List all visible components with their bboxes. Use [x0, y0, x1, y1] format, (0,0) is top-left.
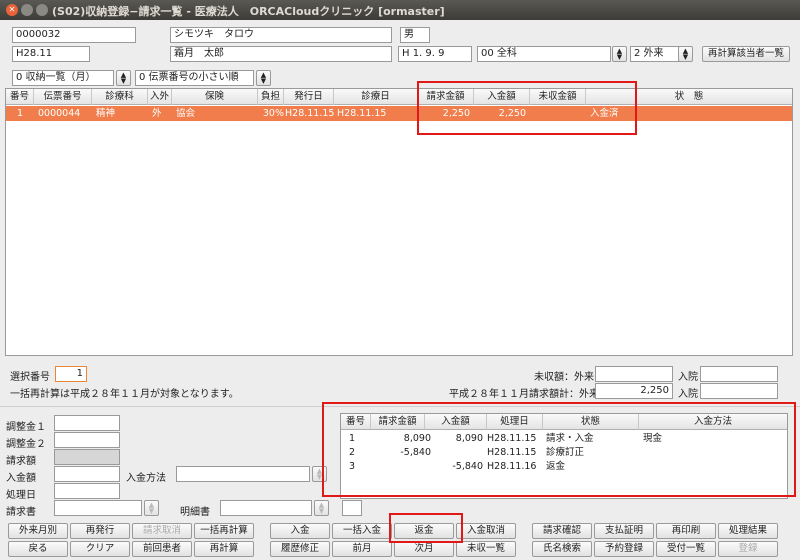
row-burden: 30% [262, 108, 284, 119]
window-title: (S02)収納登録−請求一覧 - 医療法人 ORCACloudクリニック [or… [52, 5, 445, 18]
cancel-payment-button[interactable]: 入金取消 [456, 523, 516, 539]
highlight-refund-box [389, 513, 463, 543]
maximize-icon[interactable] [36, 4, 48, 16]
billing-table: 番号 伝票番号 診療科 入外 保険 負担 発行日 診療日 請求金額 入金額 未収… [5, 88, 793, 356]
recalc-button[interactable]: 再計算 [194, 541, 254, 557]
row-slip: 0000044 [38, 108, 81, 119]
reception-list-button[interactable]: 受付一覧 [656, 541, 716, 557]
col-no[interactable]: 番号 [6, 89, 34, 105]
patient-kana-field: シモツキ タロウ [170, 27, 392, 43]
row-inout: 外 [152, 108, 162, 119]
date-label: 処理日 [6, 490, 36, 501]
title-bar: ✕ (S02)収納登録−請求一覧 - 医療法人 ORCACloudクリニック [… [0, 0, 800, 20]
adj1-label: 調整金１ [6, 422, 46, 433]
col-visit-date[interactable]: 診療日 [334, 89, 418, 105]
adj2-label: 調整金２ [6, 439, 46, 450]
adj2-field[interactable] [54, 432, 120, 448]
minimize-icon[interactable] [21, 4, 33, 16]
date-field[interactable] [54, 483, 120, 499]
col-slip[interactable]: 伝票番号 [34, 89, 92, 105]
method-select[interactable] [176, 466, 310, 482]
period-field[interactable]: H28.11 [12, 46, 90, 62]
main-window: ✕ (S02)収納登録−請求一覧 - 医療法人 ORCACloudクリニック [… [0, 0, 800, 560]
col-inout[interactable]: 入外 [148, 89, 172, 105]
clear-button[interactable]: クリア [70, 541, 130, 557]
bill-label: 請求額 [6, 456, 36, 467]
bulk-recalc-button[interactable]: 一括再計算 [194, 523, 254, 539]
billed-inpatient-label: 入院 [678, 389, 698, 400]
previous-patient-button[interactable]: 前回患者 [132, 541, 192, 557]
table-row[interactable]: 1 0000044 精神 外 協会 30% H28.11.15 H28.11.1… [6, 106, 792, 121]
patient-name-field: 霜月 太郎 [170, 46, 392, 62]
list-type-spin-button[interactable]: ▲ ▼ [116, 70, 131, 86]
row-visit-date: H28.11.15 [337, 108, 387, 119]
statement-select[interactable] [220, 500, 312, 516]
payment-label: 入金額 [6, 473, 36, 484]
recalc-note: 一括再計算は平成２８年１１月が対象となります。 [10, 389, 239, 400]
visit-spin-button[interactable]: ▲ ▼ [678, 46, 693, 62]
bulk-payment-button[interactable]: 一括入金 [332, 523, 392, 539]
reservation-button[interactable]: 予約登録 [594, 541, 654, 557]
statement-spin-button[interactable]: ▲ ▼ [314, 500, 329, 516]
row-issue-date: H28.11.15 [285, 108, 335, 119]
register-button[interactable]: 登録 [718, 541, 778, 557]
statement-check[interactable] [342, 500, 362, 516]
billing-confirm-button[interactable]: 請求確認 [532, 523, 592, 539]
outpatient-monthly-button[interactable]: 外来月別 [8, 523, 68, 539]
payment-certificate-button[interactable]: 支払証明 [594, 523, 654, 539]
unpaid-inpatient-field [700, 366, 778, 382]
billing-table-header: 番号 伝票番号 診療科 入外 保険 負担 発行日 診療日 請求金額 入金額 未収… [6, 89, 792, 105]
unpaid-outpatient-field [595, 366, 673, 382]
unpaid-list-button[interactable]: 未収一覧 [456, 541, 516, 557]
billed-inpatient-field [700, 383, 778, 399]
selection-label: 選択番号 [10, 372, 50, 383]
invoice-spin-button[interactable]: ▲ ▼ [144, 500, 159, 516]
reprint-button[interactable]: 再印刷 [656, 523, 716, 539]
next-month-button[interactable]: 次月 [394, 541, 454, 557]
cancel-billing-button[interactable]: 請求取消 [132, 523, 192, 539]
statement-label: 明細書 [180, 507, 210, 518]
bill-field [54, 449, 120, 465]
patient-sex-field: 男 [400, 27, 430, 43]
invoice-label: 請求書 [6, 507, 36, 518]
patient-id-field[interactable]: 0000032 [12, 27, 136, 43]
unpaid-inpatient-label: 入院 [678, 372, 698, 383]
previous-month-button[interactable]: 前月 [332, 541, 392, 557]
col-burden[interactable]: 負担 [258, 89, 284, 105]
close-icon[interactable]: ✕ [6, 4, 18, 16]
highlight-history-box [322, 402, 796, 497]
col-dept[interactable]: 診療科 [92, 89, 148, 105]
dept-spin-button[interactable]: ▲ ▼ [612, 46, 627, 62]
payment-field[interactable] [54, 466, 120, 482]
col-issue-date[interactable]: 発行日 [284, 89, 334, 105]
list-type-select[interactable]: 0 収納一覧（月） [12, 70, 114, 86]
method-label: 入金方法 [126, 473, 166, 484]
recalc-list-button[interactable]: 再計算該当者一覧 [702, 46, 790, 62]
selection-input[interactable]: 1 [55, 366, 87, 382]
col-insurance[interactable]: 保険 [172, 89, 258, 105]
invoice-select[interactable] [54, 500, 142, 516]
order-spin-button[interactable]: ▲ ▼ [256, 70, 271, 86]
history-edit-button[interactable]: 履歴修正 [270, 541, 330, 557]
billed-total-field: 2,250 [595, 383, 673, 399]
back-button[interactable]: 戻る [8, 541, 68, 557]
row-dept: 精神 [96, 108, 116, 119]
name-search-button[interactable]: 氏名検索 [532, 541, 592, 557]
row-no: 1 [16, 108, 24, 119]
birth-date-field: H 1. 9. 9 [398, 46, 472, 62]
reissue-button[interactable]: 再発行 [70, 523, 130, 539]
payment-button[interactable]: 入金 [270, 523, 330, 539]
row-insurance: 協会 [176, 108, 196, 119]
process-result-button[interactable]: 処理結果 [718, 523, 778, 539]
adj1-field[interactable] [54, 415, 120, 431]
unpaid-outpatient-label: 未収額：外来 [534, 372, 594, 383]
billed-total-label: 平成２８年１１月請求額計：外来 [449, 389, 599, 400]
order-select[interactable]: 0 伝票番号の小さい順 [135, 70, 254, 86]
highlight-amounts-box [417, 81, 637, 135]
dept-select[interactable]: 00 全科 [477, 46, 611, 62]
